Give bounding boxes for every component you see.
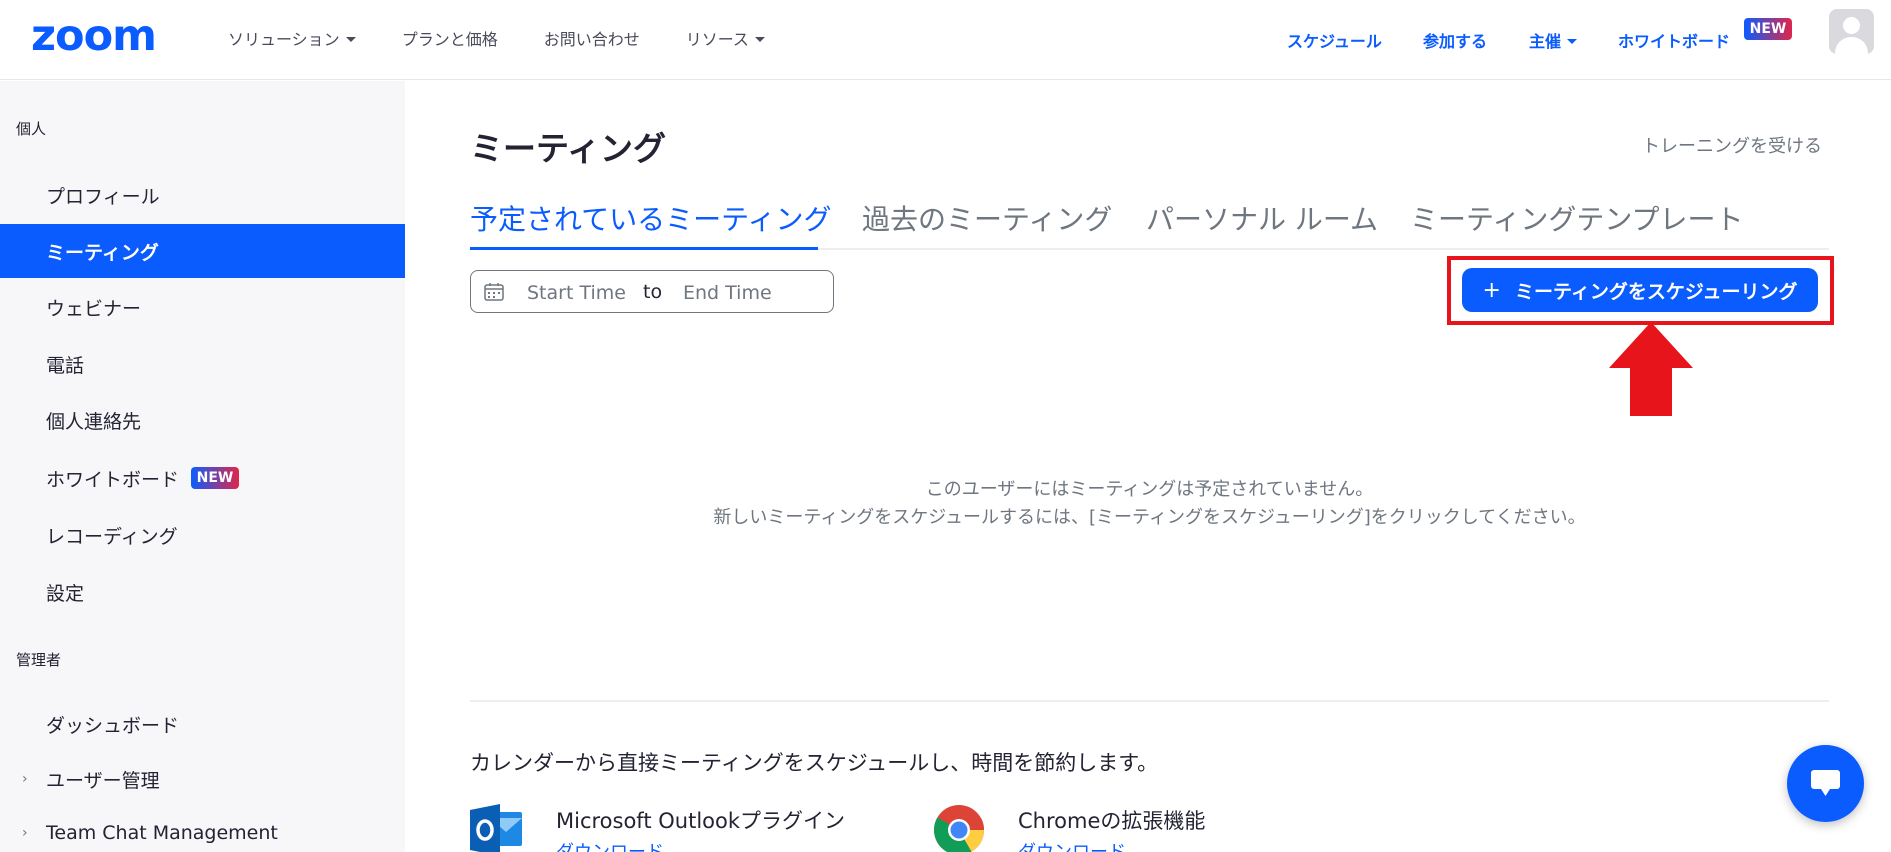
start-time-input[interactable]	[527, 282, 647, 304]
nav-pricing-label: プランと価格	[401, 30, 498, 49]
sidebar-item-label: 電話	[46, 354, 85, 377]
sidebar-item-meetings[interactable]: ミーティング	[0, 224, 405, 278]
logo-text: zoom	[31, 10, 157, 61]
sidebar-item-label: ユーザー管理	[46, 769, 160, 792]
empty-state-message: このユーザーにはミーティングは予定されていません。 新しいミーティングをスケジュ…	[470, 476, 1829, 532]
sidebar-item-user-management[interactable]: › ユーザー管理	[0, 752, 405, 806]
zoom-logo[interactable]: zoom	[31, 10, 157, 61]
outlook-plugin-title: Microsoft Outlookプラグイン	[556, 809, 846, 833]
sidebar-item-whiteboards[interactable]: ホワイトボード NEW	[0, 451, 405, 505]
nav-contact-label: お問い合わせ	[543, 30, 640, 49]
date-range-separator: to	[643, 281, 663, 303]
sidebar-item-webinars[interactable]: ウェビナー	[0, 280, 405, 334]
page-title: ミーティング	[470, 129, 667, 168]
calendar-icon	[484, 283, 504, 301]
sidebar-section-admin: 管理者	[16, 651, 62, 669]
outlook-download-link[interactable]: ダウンロード	[556, 838, 664, 852]
sidebar-item-dashboard[interactable]: ダッシュボード	[0, 697, 405, 751]
nav-host[interactable]: 主催	[1529, 28, 1578, 52]
sidebar-item-phone[interactable]: 電話	[0, 337, 405, 391]
top-header: zoom ソリューション プランと価格 お問い合わせ リソース スケジュール 参…	[0, 0, 1891, 80]
tab-upcoming[interactable]: 予定されているミーティング	[470, 198, 831, 250]
training-link[interactable]: トレーニングを受ける	[1642, 132, 1822, 158]
section-divider	[470, 700, 1829, 702]
primary-nav: ソリューション プランと価格 お問い合わせ リソース	[228, 0, 811, 76]
sidebar-item-recordings[interactable]: レコーディング	[0, 508, 405, 562]
sidebar-item-contacts[interactable]: 個人連絡先	[0, 393, 405, 447]
schedule-meeting-label: ミーティングをスケジューリング	[1514, 280, 1798, 303]
sidebar-item-label: プロフィール	[46, 185, 160, 208]
chrome-download-link[interactable]: ダウンロード	[1018, 838, 1126, 852]
outlook-plugin: Microsoft Outlookプラグイン ダウンロード	[470, 804, 850, 852]
annotation-arrow-up-icon	[1609, 322, 1693, 416]
new-badge: NEW	[1744, 18, 1792, 40]
nav-schedule[interactable]: スケジュール	[1287, 28, 1382, 52]
plus-icon: +	[1482, 277, 1501, 303]
nav-whiteboard-label: ホワイトボード	[1618, 32, 1731, 51]
sidebar-item-label: ミーティング	[46, 241, 159, 264]
calendar-promo-text: カレンダーから直接ミーティングをスケジュールし、時間を節約します。	[470, 751, 1159, 775]
sidebar-item-settings[interactable]: 設定	[0, 565, 405, 619]
nav-whiteboard[interactable]: ホワイトボード	[1618, 28, 1730, 52]
chrome-icon	[934, 805, 985, 852]
nav-solutions-label: ソリューション	[228, 30, 340, 49]
chat-bubble-icon	[1811, 770, 1840, 796]
empty-state-line1: このユーザーにはミーティングは予定されていません。	[925, 479, 1374, 500]
sidebar-item-profile[interactable]: プロフィール	[0, 168, 405, 222]
empty-state-line2: 新しいミーティングをスケジュールするには、[ミーティングをスケジューリング]をク…	[713, 507, 1586, 528]
user-avatar-icon[interactable]	[1829, 9, 1874, 54]
nav-resources-label: リソース	[685, 30, 749, 49]
chevron-right-icon: ›	[22, 771, 28, 787]
nav-host-label: 主催	[1529, 32, 1562, 51]
schedule-meeting-button[interactable]: + ミーティングをスケジューリング	[1462, 268, 1818, 312]
tab-personal-room[interactable]: パーソナル ルーム	[1146, 198, 1378, 250]
nav-join[interactable]: 参加する	[1423, 28, 1487, 52]
sidebar-item-label: レコーディング	[46, 525, 178, 548]
tab-previous[interactable]: 過去のミーティング	[862, 198, 1112, 250]
date-range-picker[interactable]: to	[470, 270, 834, 313]
new-badge: NEW	[191, 467, 240, 489]
sidebar-item-label: Team Chat Management	[46, 822, 278, 844]
sidebar-section-personal: 個人	[16, 120, 47, 138]
chevron-down-icon	[345, 36, 356, 42]
nav-pricing[interactable]: プランと価格	[402, 26, 498, 50]
sidebar-item-team-chat[interactable]: › Team Chat Management	[0, 806, 405, 852]
sidebar: 個人 プロフィール ミーティング ウェビナー 電話 個人連絡先 ホワイトボード …	[0, 81, 405, 852]
nav-join-label: 参加する	[1423, 32, 1488, 51]
avatar-body	[1835, 37, 1868, 54]
chevron-down-icon	[1567, 38, 1578, 44]
sidebar-item-label: 個人連絡先	[46, 410, 142, 433]
support-chat-button[interactable]	[1787, 745, 1864, 822]
outlook-icon	[470, 804, 522, 852]
meeting-tabs: 予定されているミーティング 過去のミーティング パーソナル ルーム ミーティング…	[470, 198, 1829, 250]
chrome-extension-title: Chromeの拡張機能	[1018, 809, 1206, 833]
end-time-input[interactable]	[683, 282, 813, 304]
nav-schedule-label: スケジュール	[1287, 32, 1382, 51]
chevron-right-icon: ›	[22, 825, 28, 841]
tab-templates[interactable]: ミーティングテンプレート	[1410, 198, 1743, 250]
nav-solutions[interactable]: ソリューション	[228, 26, 356, 50]
avatar-head	[1843, 17, 1860, 34]
sidebar-item-label: 設定	[46, 582, 85, 605]
chevron-down-icon	[754, 36, 765, 42]
chrome-extension: Chromeの拡張機能 ダウンロード	[932, 804, 1312, 852]
sidebar-item-label: ウェビナー	[46, 297, 142, 320]
nav-resources[interactable]: リソース	[686, 26, 765, 50]
sidebar-item-label: ダッシュボード	[46, 714, 180, 737]
sidebar-item-label: ホワイトボード	[46, 468, 180, 491]
nav-contact[interactable]: お問い合わせ	[544, 26, 640, 50]
